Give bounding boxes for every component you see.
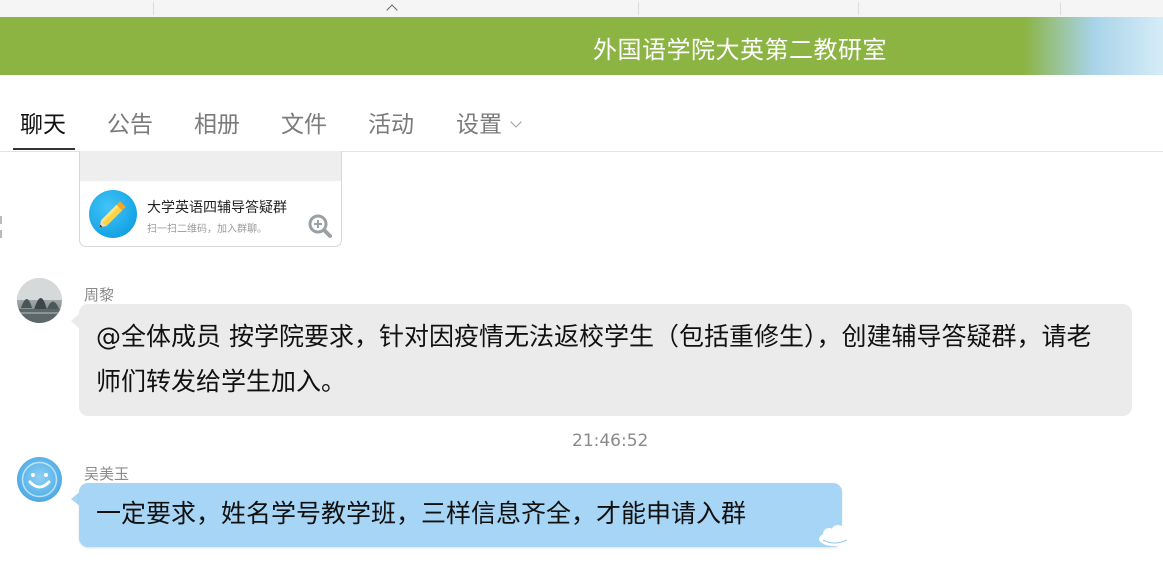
toolbar-divider [638, 2, 639, 15]
message-timestamp: 21:46:52 [572, 431, 649, 451]
group-invite-card[interactable]: 大学英语四辅导答疑群 扫一扫二维码，加入群聊。 [79, 151, 342, 247]
group-title: 外国语学院大英第二教研室 [593, 36, 887, 64]
active-tab-indicator [13, 148, 75, 150]
scan-hint-text: 扫一扫二维码，加入群聊。 [147, 224, 267, 235]
toolbar-divider [858, 2, 859, 15]
zoom-in-icon[interactable] [307, 213, 333, 239]
tab-settings[interactable]: 设置 [456, 105, 522, 139]
sender-name: 周黎 [84, 286, 115, 304]
collapse-caret-icon[interactable] [386, 4, 398, 16]
tab-chat[interactable]: 聊天 [20, 105, 66, 139]
tab-files[interactable]: 文件 [281, 105, 327, 139]
chevron-down-icon [510, 116, 522, 128]
message-bubble: 一定要求，姓名学号教学班，三样信息齐全，才能申请入群 [79, 483, 842, 547]
qr-image-area [80, 151, 341, 181]
toolbar-divider [1060, 2, 1061, 15]
avatar[interactable] [17, 278, 62, 323]
avatar[interactable] [17, 457, 62, 502]
message-bubble: @全体成员 按学院要求，针对因疫情无法返校学生（包括重修生），创建辅导答疑群，请… [79, 304, 1132, 416]
tab-activities[interactable]: 活动 [368, 105, 414, 139]
group-title-bar: 外国语学院大英第二教研室 [0, 17, 1163, 75]
cloud-decoration-icon [815, 522, 853, 548]
group-name: 大学英语四辅导答疑群 [147, 200, 287, 216]
toolbar-divider [153, 2, 154, 15]
top-toolbar-strip [0, 0, 1163, 18]
tab-bar: 聊天 公告 相册 文件 活动 设置 [0, 75, 1163, 152]
tab-album[interactable]: 相册 [194, 105, 240, 139]
scroll-marker [0, 230, 2, 238]
tab-settings-label: 设置 [456, 112, 502, 138]
scroll-marker [0, 216, 2, 224]
tab-announcements[interactable]: 公告 [107, 105, 153, 139]
sender-name: 吴美玉 [84, 465, 130, 483]
pencil-icon [89, 190, 137, 238]
